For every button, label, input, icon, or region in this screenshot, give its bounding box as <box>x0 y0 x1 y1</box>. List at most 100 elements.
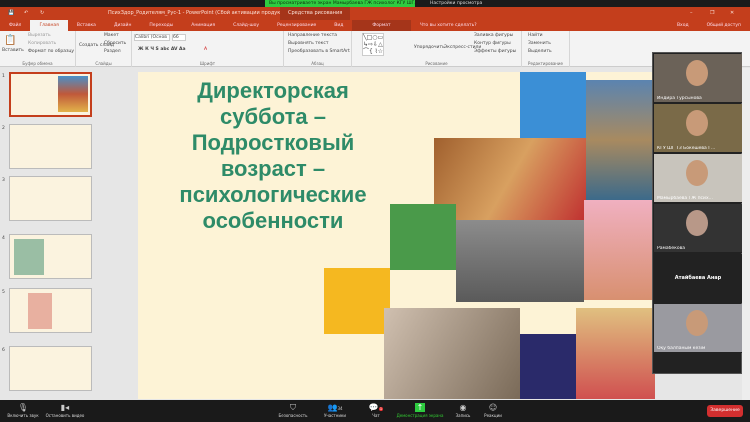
zoom-meeting-controls: 🎙 Включить звук ▮◂ Остановить видео ⛉ Безоп… <box>0 400 750 422</box>
tab-file[interactable]: Файл <box>0 20 30 31</box>
participant-name: Атайбаева Анар <box>674 275 722 281</box>
kids-playing-photo <box>576 308 655 399</box>
chat-badge: 1 <box>378 407 384 411</box>
slide-number: 3 <box>2 178 5 183</box>
slide-thumbnail[interactable] <box>9 346 92 391</box>
record-label: Запись <box>455 413 471 418</box>
redo-icon[interactable]: ↻ <box>40 7 44 20</box>
drawing-tools-label: Средства рисования <box>280 7 351 20</box>
editing-group: Найти Заменить Выделить Редактирование <box>522 31 570 67</box>
minimize-button[interactable]: – <box>690 7 693 20</box>
undo-icon[interactable]: ↶ <box>24 7 28 20</box>
participants-button[interactable]: 👥34 Участники <box>312 402 358 418</box>
shape-effects-button[interactable]: Эффекты фигуры <box>474 49 516 54</box>
bold-button[interactable]: Ж К Ч S abc AV Aa <box>138 47 186 52</box>
chat-label: Чат <box>372 413 380 418</box>
end-meeting-button[interactable]: Завершение <box>707 405 743 417</box>
reactions-button[interactable]: ☺ Реакции <box>470 402 516 418</box>
video-tile[interactable]: Атайбаева Анар <box>654 254 742 303</box>
ribbon-tabs: Файл Главная Вставка Дизайн Переходы Ани… <box>0 20 750 31</box>
tell-me-search[interactable]: Что вы хотите сделать? <box>411 20 486 31</box>
participants-icon: 👥34 <box>327 403 343 412</box>
tab-insert[interactable]: Вставка <box>68 20 105 31</box>
paste-icon[interactable]: 📋 <box>4 35 16 46</box>
text-direction-button[interactable]: Направление текста <box>288 33 337 38</box>
view-options-menu[interactable]: Настройки просмотра <box>430 0 482 7</box>
slide-thumbnail[interactable] <box>9 288 92 333</box>
shapes-gallery[interactable]: ╲□○▭ ↳⇨⇩△ ⌒{ ⌇☆ <box>362 33 385 56</box>
landscape-photo <box>586 80 655 200</box>
layout-button[interactable]: Макет <box>104 33 119 38</box>
slide-thumbnail[interactable] <box>9 124 92 169</box>
video-tile[interactable]: Мамырбаева ГЖ псих... <box>654 154 742 203</box>
slide-canvas[interactable]: Директорская суббота – Подростковый возр… <box>138 72 655 399</box>
smartart-button[interactable]: Преобразовать в SmartArt <box>288 49 350 54</box>
slide-thumbnail[interactable] <box>9 234 92 279</box>
signin-link[interactable]: Вход <box>668 20 698 31</box>
tab-view[interactable]: Вид <box>325 20 352 31</box>
reactions-label: Реакции <box>484 413 502 418</box>
format-painter-button[interactable]: Формат по образцу <box>28 49 74 54</box>
slide-thumbnail[interactable] <box>9 176 92 221</box>
cut-button[interactable]: Вырезать <box>28 33 51 38</box>
slide-number: 6 <box>2 348 5 353</box>
font-name-select[interactable]: Calibri (Основ <box>134 34 170 41</box>
align-text-button[interactable]: Выровнять текст <box>288 41 328 46</box>
slide-title[interactable]: Директорская суббота – Подростковый возр… <box>158 78 388 234</box>
video-tile[interactable]: Рамабекова <box>654 204 742 253</box>
find-button[interactable]: Найти <box>528 33 543 38</box>
reset-button[interactable]: Сбросить <box>104 41 126 46</box>
tab-format[interactable]: Формат <box>352 20 411 31</box>
girl-photo <box>584 200 655 300</box>
stop-video-button[interactable]: ▮◂ Остановить видео <box>42 402 88 418</box>
slide-number: 2 <box>2 126 5 131</box>
participants-count: 34 <box>337 406 343 411</box>
participant-name: Рамабекова <box>657 246 686 251</box>
font-color-button[interactable]: A <box>204 47 207 52</box>
select-button[interactable]: Выделить <box>528 49 552 54</box>
slide-number: 5 <box>2 290 5 295</box>
participant-name: КГУ ШГ ТЗ Бокешева Г... <box>657 146 716 151</box>
share-button[interactable]: Общий доступ <box>698 20 750 31</box>
copy-button[interactable]: Копировать <box>28 41 56 46</box>
tab-review[interactable]: Рецензирование <box>268 20 325 31</box>
participant-video-panel: Индира Турсынова КГУ ШГ ТЗ Бокешева Г...… <box>652 52 742 374</box>
paragraph-group: Направление текста Выровнять текст Преоб… <box>284 31 352 67</box>
ribbon: 📋 Вставить Вырезать Копировать Формат по… <box>0 31 750 67</box>
slide-thumbnail[interactable] <box>9 72 92 117</box>
tab-design[interactable]: Дизайн <box>105 20 140 31</box>
shape-outline-button[interactable]: Контур фигуры <box>474 41 511 46</box>
shape-fill-button[interactable]: Заливка фигуры <box>474 33 513 38</box>
video-tile[interactable]: Индира Турсынова <box>654 54 742 103</box>
font-size-select[interactable]: 66 <box>172 34 186 41</box>
tab-transitions[interactable]: Переходы <box>140 20 182 31</box>
unmute-button[interactable]: 🎙 Включить звук <box>0 402 46 418</box>
vertical-scrollbar[interactable] <box>742 68 750 400</box>
chat-button[interactable]: 💬1 Чат <box>353 402 399 418</box>
unmute-label: Включить звук <box>7 413 39 418</box>
chat-icon: 💬1 <box>368 403 384 412</box>
share-screen-icon: ↑ <box>414 403 426 412</box>
security-button[interactable]: ⛉ Безопасность <box>270 402 316 418</box>
paste-button[interactable]: Вставить <box>2 48 24 53</box>
replace-button[interactable]: Заменить <box>528 41 551 46</box>
tab-slideshow[interactable]: Слайд-шоу <box>224 20 268 31</box>
video-tile[interactable]: Оқу балпаным кезім <box>654 304 742 353</box>
maximize-button[interactable]: ❐ <box>710 7 714 20</box>
sad-boy-photo <box>434 138 586 220</box>
tab-home[interactable]: Главная <box>30 20 68 31</box>
slides-group: Создать слайд Макет Сбросить Раздел Слай… <box>76 31 132 67</box>
video-camera-icon: ▮◂ <box>60 403 70 412</box>
video-label: Остановить видео <box>45 413 85 418</box>
section-button[interactable]: Раздел <box>104 49 121 54</box>
share-screen-label: Демонстрация экрана <box>396 413 444 418</box>
save-icon[interactable]: 💾 <box>8 7 14 20</box>
close-button[interactable]: ✕ <box>730 7 734 20</box>
tab-animations[interactable]: Анимация <box>182 20 224 31</box>
share-screen-button[interactable]: ↑ Демонстрация экрана <box>395 402 445 418</box>
participants-label: Участники <box>323 413 346 418</box>
arrange-button[interactable]: Упорядочить <box>414 45 445 50</box>
shield-icon: ⛉ <box>290 403 296 412</box>
video-tile[interactable]: КГУ ШГ ТЗ Бокешева Г... <box>654 104 742 153</box>
slides-label: Слайды <box>95 61 112 66</box>
